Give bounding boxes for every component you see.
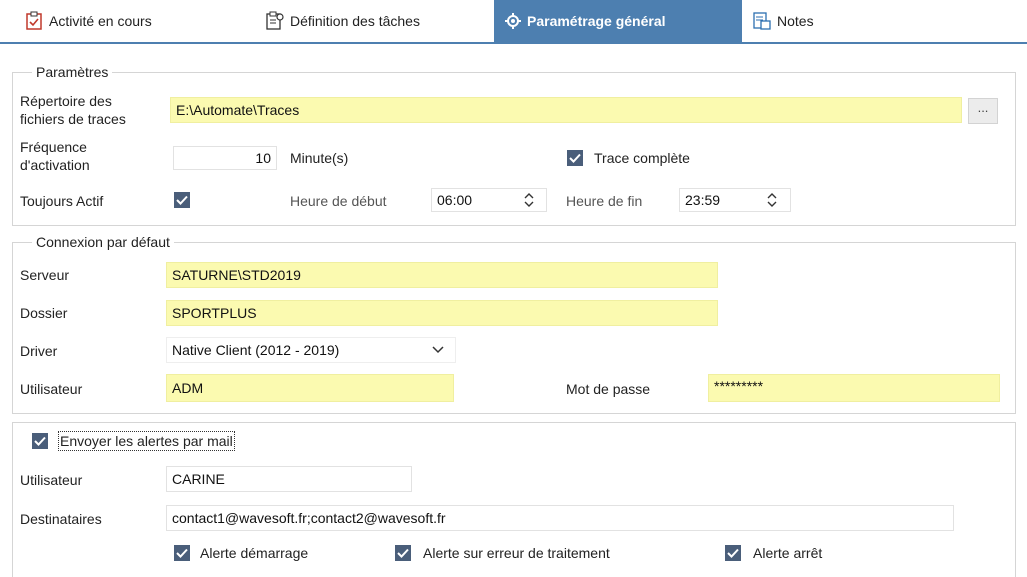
- heure-debut-value: 06:00: [437, 192, 473, 208]
- frequence-unit: Minute(s): [290, 150, 349, 166]
- checkmark-icon: [569, 153, 581, 163]
- heure-debut-label: Heure de début: [290, 193, 387, 209]
- browse-button[interactable]: ...: [968, 98, 998, 124]
- repertoire-label-2: fichiers de traces: [20, 111, 126, 127]
- tab-definition-des-taches[interactable]: Définition des tâches: [265, 0, 420, 42]
- motdepasse-label: Mot de passe: [566, 381, 651, 397]
- tab-label: Activité en cours: [49, 13, 152, 29]
- trace-complete-checkbox[interactable]: [567, 150, 583, 166]
- clipboard-check-icon: [24, 11, 44, 31]
- spin-updown-icon[interactable]: [766, 192, 778, 208]
- tab-parametrage-general[interactable]: Paramétrage général: [494, 0, 742, 42]
- spin-updown-icon[interactable]: [523, 192, 535, 208]
- serveur-label: Serveur: [20, 267, 70, 283]
- repertoire-traces-field[interactable]: E:\Automate\Traces: [170, 97, 962, 123]
- alerte-arret-label: Alerte arrêt: [753, 545, 823, 561]
- tab-underline: [0, 42, 1027, 44]
- trace-complete-label: Trace complète: [594, 150, 690, 166]
- frequence-field[interactable]: 10: [173, 146, 277, 170]
- alerte-demarrage-checkbox[interactable]: [174, 545, 190, 561]
- utilisateur-field[interactable]: ADM: [166, 374, 454, 402]
- driver-value: Native Client (2012 - 2019): [172, 342, 340, 358]
- frequence-label-2: d'activation: [20, 157, 90, 173]
- checkmark-icon: [176, 195, 188, 205]
- checkmark-icon: [34, 436, 46, 446]
- alerte-erreur-label: Alerte sur erreur de traitement: [423, 545, 610, 561]
- envoyer-alertes-checkbox[interactable]: [32, 433, 48, 449]
- tab-bar: Activité en cours Définition des tâches …: [0, 0, 1027, 42]
- envoyer-alertes-label[interactable]: Envoyer les alertes par mail: [58, 431, 235, 451]
- heure-fin-label: Heure de fin: [566, 193, 643, 209]
- serveur-field[interactable]: SATURNE\STD2019: [166, 262, 718, 288]
- tab-label: Notes: [777, 13, 814, 29]
- toujours-actif-checkbox[interactable]: [174, 192, 190, 208]
- tab-notes[interactable]: Notes: [752, 0, 814, 42]
- heure-fin-value: 23:59: [685, 192, 721, 208]
- alerte-erreur-checkbox[interactable]: [395, 545, 411, 561]
- destinataires-label: Destinataires: [20, 511, 102, 527]
- alerte-demarrage-label: Alerte démarrage: [200, 545, 309, 561]
- destinataires-field[interactable]: contact1@wavesoft.fr;contact2@wavesoft.f…: [166, 505, 954, 531]
- tab-activite-en-cours[interactable]: Activité en cours: [24, 0, 152, 42]
- motdepasse-field[interactable]: *********: [708, 374, 1000, 402]
- driver-label: Driver: [20, 343, 58, 359]
- toujours-actif-label: Toujours Actif: [20, 193, 104, 209]
- connexion-title: Connexion par défaut: [32, 234, 174, 250]
- dossier-label: Dossier: [20, 305, 68, 321]
- alerte-arret-checkbox[interactable]: [725, 545, 741, 561]
- dossier-field[interactable]: SPORTPLUS: [166, 300, 718, 326]
- checkmark-icon: [397, 548, 409, 558]
- utilisateur-label: Utilisateur: [20, 381, 83, 397]
- alertes-utilisateur-label: Utilisateur: [20, 472, 83, 488]
- tab-label: Définition des tâches: [290, 13, 420, 29]
- clipboard-gear-icon: [265, 11, 285, 31]
- notes-icon: [752, 11, 772, 31]
- parametres-title: Paramètres: [32, 64, 113, 80]
- checkmark-icon: [176, 548, 188, 558]
- checkmark-icon: [727, 548, 739, 558]
- chevron-down-icon[interactable]: [432, 346, 444, 354]
- driver-select[interactable]: Native Client (2012 - 2019): [166, 337, 456, 363]
- repertoire-label-1: Répertoire des: [20, 93, 112, 109]
- gear-icon: [504, 12, 522, 30]
- frequence-label-1: Fréquence: [20, 139, 87, 155]
- alertes-utilisateur-field[interactable]: CARINE: [166, 466, 412, 492]
- tab-label: Paramétrage général: [527, 13, 666, 29]
